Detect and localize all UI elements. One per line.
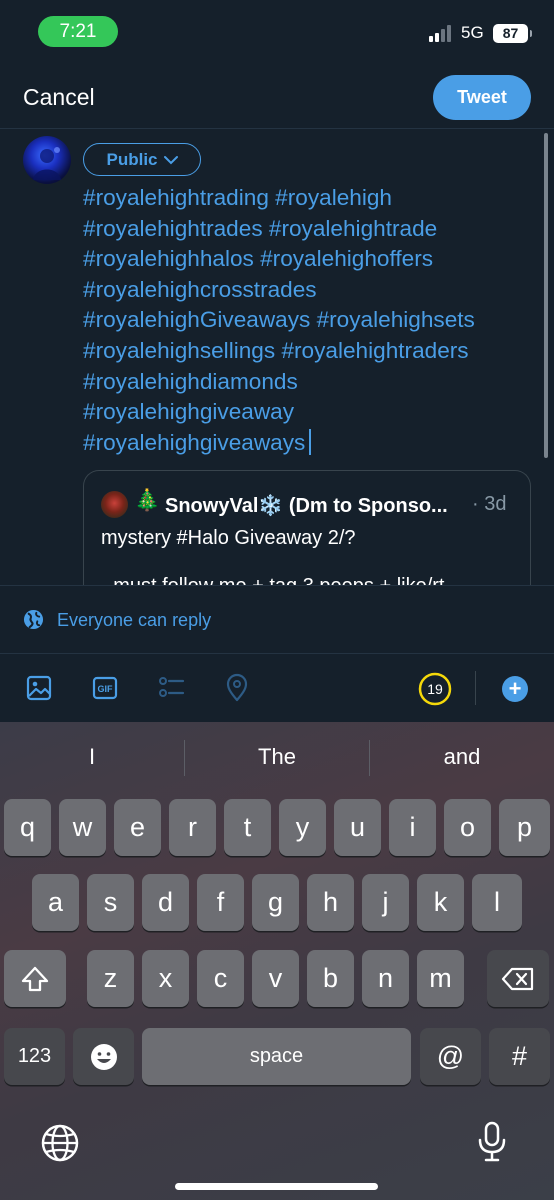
tweet-text-line: #royalehighgiveaway xyxy=(83,399,295,425)
key-n[interactable]: n xyxy=(362,950,409,1007)
suggestion-3[interactable]: and xyxy=(370,744,554,774)
tweet-button[interactable]: Tweet xyxy=(433,75,531,120)
emoji-key[interactable] xyxy=(73,1028,134,1085)
key-d[interactable]: d xyxy=(142,874,189,931)
user-avatar[interactable] xyxy=(23,136,71,184)
key-v[interactable]: v xyxy=(252,950,299,1007)
tweet-text-line: #royalehighsellings #royalehightraders xyxy=(83,337,469,363)
key-x[interactable]: x xyxy=(142,950,189,1007)
key-a[interactable]: a xyxy=(32,874,79,931)
shift-icon xyxy=(21,966,49,991)
quoted-tweet-text: mystery #Halo Giveaway 2/? xyxy=(101,527,356,549)
key-b[interactable]: b xyxy=(307,950,354,1007)
tweet-text-line: #royalehighcrosstrades xyxy=(83,276,317,302)
suggestion-2[interactable]: The xyxy=(185,744,369,774)
compose-scrollbar[interactable] xyxy=(544,133,548,458)
hash-key[interactable]: # xyxy=(489,1028,550,1085)
quoted-tweet-time: · 3d xyxy=(472,493,507,515)
key-y[interactable]: y xyxy=(279,799,326,856)
battery-icon: 87 xyxy=(493,24,532,43)
svg-text:GIF: GIF xyxy=(98,684,114,694)
key-m[interactable]: m xyxy=(417,950,464,1007)
backspace-key[interactable] xyxy=(487,950,549,1007)
key-c[interactable]: c xyxy=(197,950,244,1007)
key-o[interactable]: o xyxy=(444,799,491,856)
key-s[interactable]: s xyxy=(87,874,134,931)
key-g[interactable]: g xyxy=(252,874,299,931)
compose-toolbar: GIF 19 + xyxy=(0,654,554,722)
key-z[interactable]: z xyxy=(87,950,134,1007)
key-l[interactable]: l xyxy=(472,874,522,931)
numbers-key[interactable]: 123 xyxy=(4,1028,65,1085)
key-u[interactable]: u xyxy=(334,799,381,856)
image-icon[interactable] xyxy=(24,673,54,703)
add-thread-button[interactable]: + xyxy=(502,676,528,702)
text-cursor xyxy=(309,428,312,455)
tweet-text-input[interactable]: #royalehightrading #royalehigh #royalehi… xyxy=(83,183,543,458)
reply-setting-label: Everyone can reply xyxy=(57,610,212,630)
location-icon[interactable] xyxy=(222,673,252,703)
gif-icon[interactable]: GIF xyxy=(90,673,120,703)
audience-selector[interactable]: Public xyxy=(83,143,201,176)
globe-icon xyxy=(23,609,44,630)
key-r[interactable]: r xyxy=(169,799,216,856)
backspace-icon xyxy=(501,967,534,990)
key-t[interactable]: t xyxy=(224,799,271,856)
globe-icon[interactable] xyxy=(40,1123,80,1163)
reply-setting[interactable]: Everyone can reply xyxy=(0,586,554,654)
quoted-user-name: SnowyVal❄️ (Dm to Sponso... xyxy=(165,495,448,517)
status-bar: 7:21 5G 87 xyxy=(0,0,554,66)
status-time: 7:21 xyxy=(38,16,118,47)
key-w[interactable]: w xyxy=(59,799,106,856)
key-q[interactable]: q xyxy=(4,799,51,856)
tweet-text-line: #royalehighgiveaways xyxy=(83,429,306,455)
key-i[interactable]: i xyxy=(389,799,436,856)
microphone-icon[interactable] xyxy=(476,1120,508,1164)
key-h[interactable]: h xyxy=(307,874,354,931)
suggestion-1[interactable]: I xyxy=(0,744,184,774)
key-f[interactable]: f xyxy=(197,874,244,931)
quoted-user-avatar xyxy=(101,491,128,518)
key-e[interactable]: e xyxy=(114,799,161,856)
quoted-user-emoji: 🎄 xyxy=(134,489,161,512)
header-divider xyxy=(0,128,554,129)
key-k[interactable]: k xyxy=(417,874,464,931)
tweet-text-line: #royalehighhalos #royalehighoffers xyxy=(83,246,434,272)
poll-icon[interactable] xyxy=(156,673,186,703)
key-j[interactable]: j xyxy=(362,874,409,931)
network-type: 5G xyxy=(461,23,484,42)
keyboard: I The and q w e r t y u i o p a s d f g … xyxy=(0,722,554,1200)
at-key[interactable]: @ xyxy=(420,1028,481,1085)
cellular-signal-icon xyxy=(429,24,455,42)
tweet-text-line: #royalehightrading #royalehigh xyxy=(83,185,392,210)
tweet-text-line: #royalehighdiamonds xyxy=(83,368,298,394)
quoted-tweet[interactable]: 🎄 SnowyVal❄️ (Dm to Sponso... · 3d myste… xyxy=(83,470,531,595)
home-indicator[interactable] xyxy=(175,1183,378,1190)
character-counter: 19 xyxy=(427,681,443,697)
tweet-text-line: #royalehighGiveaways #royalehighsets xyxy=(83,307,475,333)
cancel-button[interactable]: Cancel xyxy=(23,84,95,111)
emoji-icon xyxy=(90,1043,117,1070)
space-key[interactable]: space xyxy=(142,1028,411,1085)
audience-label: Public xyxy=(106,149,158,169)
toolbar-divider xyxy=(475,671,476,705)
chevron-down-icon xyxy=(163,155,178,164)
tweet-text-line: #royalehightrades #royalehightrade xyxy=(83,215,438,241)
key-p[interactable]: p xyxy=(499,799,550,856)
shift-key[interactable] xyxy=(4,950,66,1007)
